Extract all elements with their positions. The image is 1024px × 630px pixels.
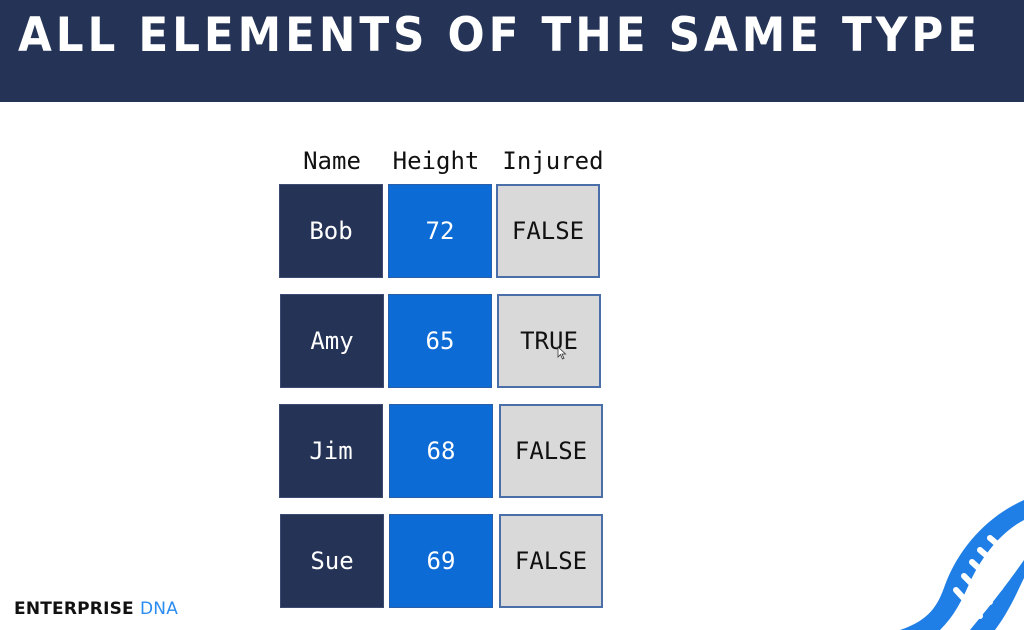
injured-cell: FALSE (499, 404, 603, 498)
logo-text-dna: DNA (140, 599, 179, 619)
name-cell: Jim (279, 404, 383, 498)
injured-cell: FALSE (496, 184, 600, 278)
enterprise-dna-logo: ENTERPRISE DNA (14, 599, 178, 619)
height-cell: 72 (388, 184, 492, 278)
height-cell: 68 (389, 404, 493, 498)
logo-text-enterprise: ENTERPRISE (14, 599, 134, 619)
column-header-injured: Injured (502, 147, 604, 175)
name-cell: Sue (280, 514, 384, 608)
injured-cell: TRUE (497, 294, 601, 388)
slide-title: ALL ELEMENTS OF THE SAME TYPE (18, 8, 982, 63)
mouse-cursor-icon (557, 346, 567, 360)
name-cell: Bob (279, 184, 383, 278)
height-cell: 69 (389, 514, 493, 608)
injured-cell: FALSE (499, 514, 603, 608)
height-cell: 65 (388, 294, 492, 388)
dna-helix-icon (900, 500, 1024, 630)
name-cell: Amy (280, 294, 384, 388)
column-header-height: Height (392, 147, 480, 175)
title-banner: ALL ELEMENTS OF THE SAME TYPE (0, 0, 1024, 102)
column-header-name: Name (303, 147, 361, 175)
